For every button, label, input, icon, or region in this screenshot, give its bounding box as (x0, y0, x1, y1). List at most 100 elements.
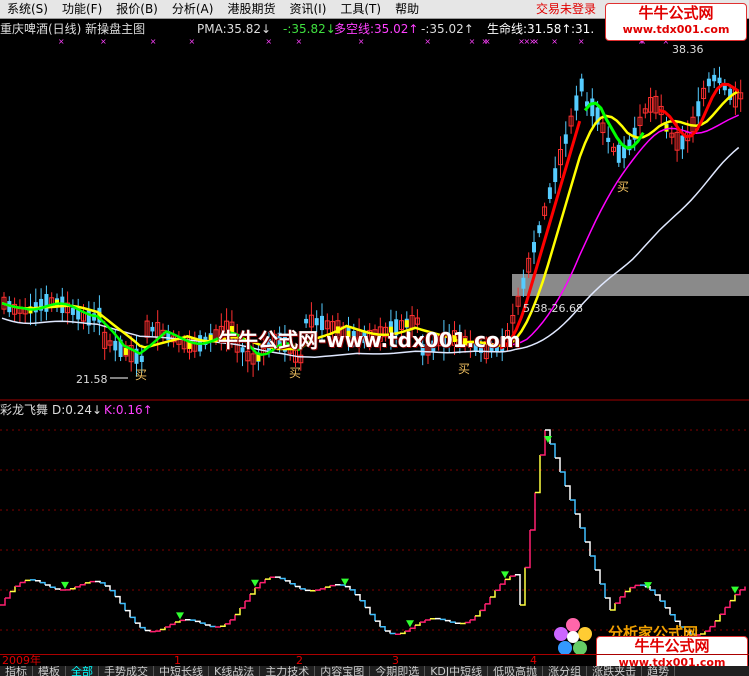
menu-info[interactable]: 资讯(I) (282, 0, 333, 19)
indicator-step (405, 628, 411, 632)
indicator-step (540, 430, 546, 456)
indicator-step (665, 607, 671, 615)
tab-6[interactable]: 主力技术 (260, 666, 316, 676)
indicator-tab-bar: 指标 模板 全部 手势成交 中短长线 K线战法 主力技术 内容宝图 今期即选 KDJ中短线 低吸高抛… (0, 666, 749, 676)
menu-analysis[interactable]: 分析(A) (165, 0, 221, 19)
signal-mark: × (518, 37, 525, 46)
center-watermark: 牛牛公式网-www.tdx001.com (218, 328, 521, 352)
indicator-step (75, 584, 81, 588)
signal-mark: × (265, 37, 272, 46)
indicator-step (415, 622, 421, 626)
tab-0[interactable]: 指标 (0, 666, 33, 676)
signal-mark: × (189, 37, 196, 46)
indicator-step (35, 580, 41, 583)
indicator-step (120, 602, 126, 611)
menu-hk-futures[interactable]: 港股期货 (220, 0, 282, 19)
indicator-step (330, 584, 336, 587)
indicator-step (580, 527, 586, 542)
indicator-step (190, 619, 196, 622)
candle-highlight (123, 347, 128, 355)
candle-body (113, 340, 118, 351)
tab-10[interactable]: 低吸高抛 (488, 666, 544, 676)
menu-quote[interactable]: 报价(B) (109, 0, 165, 19)
pma-value: PMA:35.82↓ (197, 22, 272, 36)
watermark-logo-top: 牛牛公式网 www.tdx001.com (605, 3, 747, 41)
price-range-band (512, 274, 749, 296)
indicator-step (710, 620, 716, 628)
indicator-step (290, 582, 296, 587)
indicator-step (400, 631, 406, 635)
indicator-step (65, 588, 71, 591)
indicator-step (585, 541, 591, 556)
candle-body (532, 242, 536, 253)
menu-system[interactable]: 系统(S) (0, 0, 55, 19)
tab-9[interactable]: KDJ中短线 (425, 666, 489, 676)
menu-help[interactable]: 帮助 (388, 0, 426, 19)
indicator-step (560, 471, 566, 486)
candle-body (696, 101, 701, 117)
indicator-step (175, 620, 181, 623)
tab-8[interactable]: 今期即选 (370, 666, 426, 676)
signal-mark: × (578, 37, 585, 46)
trade-login-status[interactable]: 交易未登录 (536, 0, 596, 19)
signal-mark: × (551, 37, 558, 46)
indicator-step (360, 599, 366, 608)
indicator-step (275, 576, 281, 579)
indicator-step (50, 586, 56, 590)
indicator-step (715, 614, 721, 622)
signal-mark: × (296, 37, 303, 46)
indicator-step (0, 597, 6, 606)
indicator-step (445, 619, 451, 623)
indicator-k-value: K:0.16↑ (104, 403, 153, 417)
candle-body (606, 137, 611, 142)
indicator-step (475, 610, 481, 617)
duokong-value: 多空线:35.02↑ (334, 22, 419, 36)
menu-function[interactable]: 功能(F) (55, 0, 109, 19)
indicator-step (615, 596, 621, 604)
indicator-step (345, 585, 351, 590)
tab-13[interactable]: 趋势 (642, 666, 676, 676)
signal-mark: × (100, 37, 107, 46)
indicator-step (40, 581, 46, 585)
signal-mark: × (424, 37, 431, 46)
indicator-step (355, 593, 361, 601)
indicator-d-value: D:0.24↓ (52, 403, 103, 417)
duokong-value-2: -:35.02↑ (421, 22, 474, 36)
indicator-step (340, 584, 346, 587)
tab-4[interactable]: 中短长线 (154, 666, 209, 676)
tab-2[interactable]: 全部 (66, 666, 99, 676)
tab-5[interactable]: K线战法 (209, 666, 261, 676)
indicator-step (80, 582, 86, 586)
watermark-title: 牛牛公式网 (638, 4, 714, 22)
indicator-step (70, 586, 76, 590)
tab-1[interactable]: 模板 (33, 666, 66, 676)
indicator-step (15, 582, 21, 587)
candle-body (680, 135, 685, 150)
menu-tools[interactable]: 工具(T) (333, 0, 388, 19)
tab-3[interactable]: 手势成交 (99, 666, 154, 676)
candle-body (70, 307, 75, 315)
indicator-step (555, 457, 561, 472)
tab-11[interactable]: 涨分组 (543, 666, 588, 676)
indicator-step (170, 622, 176, 626)
indicator-step (425, 618, 431, 621)
candle-body (537, 225, 542, 234)
indicator-step (660, 600, 666, 608)
tab-12[interactable]: 涨跌夹击 (587, 666, 643, 676)
candle-body (706, 78, 711, 87)
indicator-step (145, 629, 151, 632)
indicator-step (605, 597, 611, 610)
indicator-chart[interactable] (0, 400, 749, 654)
indicator-step (490, 590, 496, 598)
indicator-step (620, 591, 626, 598)
indicator-step (630, 585, 636, 589)
candle-body (139, 355, 144, 362)
candle-body (563, 134, 568, 144)
indicator-step (725, 600, 731, 609)
candle-body (521, 277, 526, 289)
indicator-step (320, 587, 326, 590)
indicator-step (215, 626, 221, 628)
indicator-step (180, 619, 186, 622)
tab-7[interactable]: 内容宝图 (315, 666, 371, 676)
indicator-step (165, 624, 171, 628)
